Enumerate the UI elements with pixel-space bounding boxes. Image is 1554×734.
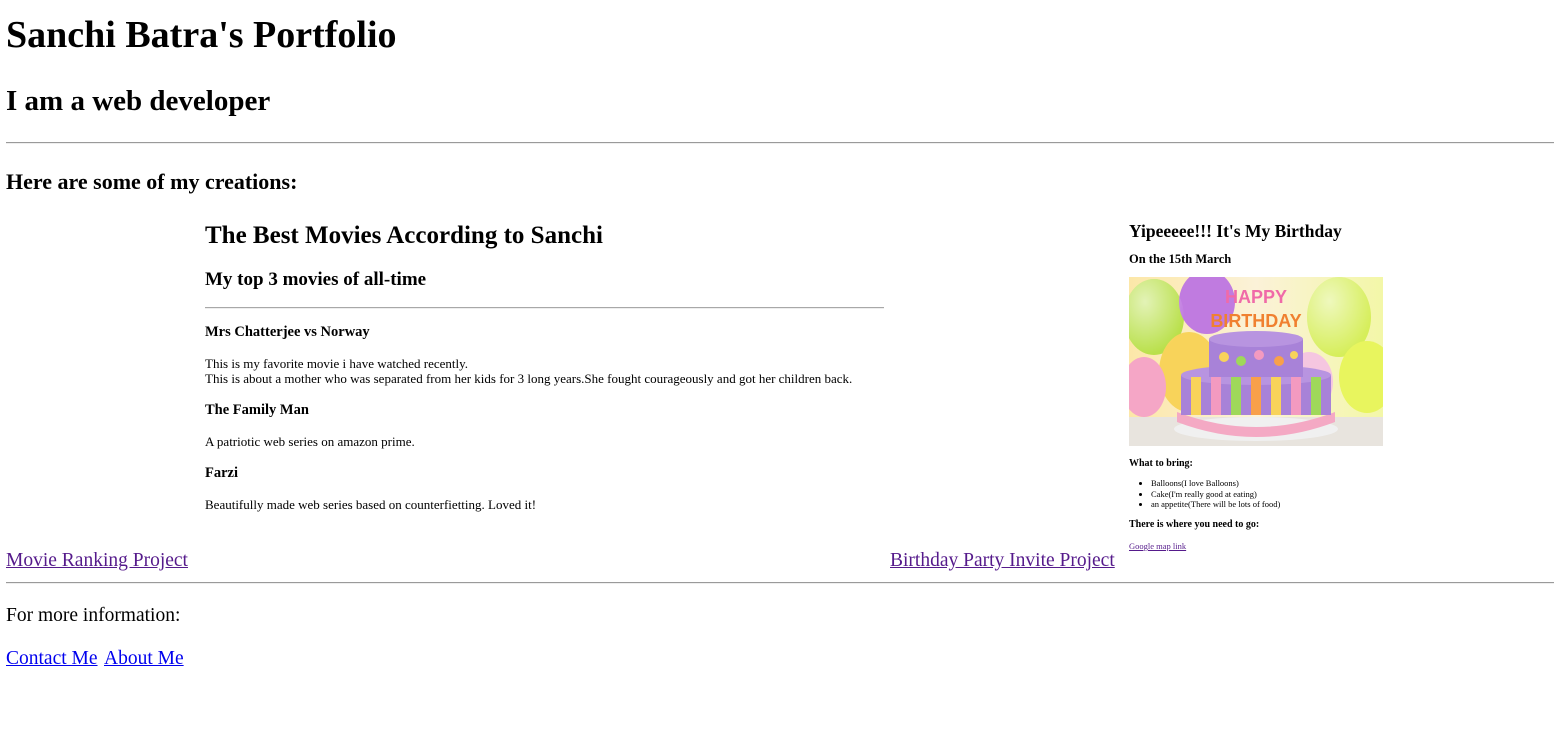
cake-text-top: HAPPY bbox=[1225, 287, 1287, 307]
page-title: Sanchi Batra's Portfolio bbox=[6, 14, 397, 56]
movie-page-title: The Best Movies According to Sanchi bbox=[205, 222, 603, 249]
divider bbox=[6, 582, 1554, 584]
movie-title-2: The Family Man bbox=[205, 402, 309, 418]
movie-title-1: Mrs Chatterjee vs Norway bbox=[205, 324, 370, 340]
birthday-cake-image: HAPPY BIRTHDAY bbox=[1129, 277, 1383, 446]
movie-description-1-line-1: This is my favorite movie i have watched… bbox=[205, 356, 469, 371]
bring-list: Balloons(I love Balloons) Cake(I'm reall… bbox=[1129, 478, 1280, 510]
movie-page-subtitle: My top 3 movies of all-time bbox=[205, 269, 427, 290]
birthday-date: On the 15th March bbox=[1129, 252, 1232, 266]
where-to-go-heading: There is where you need to go: bbox=[1129, 519, 1260, 530]
movie-project-frame[interactable]: The Best Movies According to Sanchi My t… bbox=[199, 205, 899, 540]
about-me-link[interactable]: About Me bbox=[104, 648, 184, 670]
contact-me-link[interactable]: Contact Me bbox=[6, 648, 98, 670]
movie-ranking-project-link[interactable]: Movie Ranking Project bbox=[6, 550, 188, 572]
birthday-invite-project-link[interactable]: Birthday Party Invite Project bbox=[890, 550, 1115, 572]
movie-description-1-line-2: This is about a mother who was separated… bbox=[205, 371, 853, 386]
list-item: Cake(I'm really good at eating) bbox=[1151, 489, 1280, 500]
google-map-link[interactable]: Google map link bbox=[1129, 541, 1186, 551]
list-item: an appetite(There will be lots of food) bbox=[1151, 499, 1280, 510]
movie-description-3: Beautifully made web series based on cou… bbox=[205, 497, 537, 512]
movie-divider bbox=[205, 307, 884, 309]
movie-description-2: A patriotic web series on amazon prime. bbox=[205, 434, 415, 449]
list-item: Balloons(I love Balloons) bbox=[1151, 478, 1280, 489]
movie-title-3: Farzi bbox=[205, 465, 239, 481]
creations-heading: Here are some of my creations: bbox=[6, 169, 298, 194]
birthday-project-frame[interactable]: Yipeeeee!!! It's My Birthday On the 15th… bbox=[1124, 205, 1424, 555]
what-to-bring-heading: What to bring: bbox=[1129, 458, 1193, 469]
birthday-title: Yipeeeee!!! It's My Birthday bbox=[1129, 221, 1342, 241]
more-info-text: For more information: bbox=[6, 605, 181, 626]
page-subtitle: I am a web developer bbox=[6, 85, 271, 117]
divider bbox=[6, 142, 1554, 144]
cake-text-bottom: BIRTHDAY bbox=[1210, 311, 1301, 331]
